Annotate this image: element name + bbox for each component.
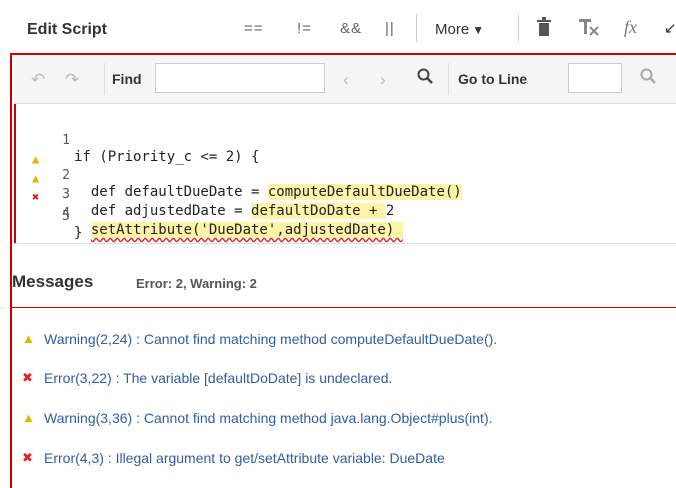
toolbar-divider <box>416 14 417 42</box>
undo-icon[interactable]: ↶ <box>31 70 45 90</box>
clear-format-icon[interactable] <box>577 17 599 41</box>
editor-bottom-divider <box>14 243 676 244</box>
messages-border <box>10 307 12 488</box>
function-icon[interactable]: fx <box>624 17 637 38</box>
message-item[interactable]: ▲ Warning(3,36) : Cannot find matching m… <box>22 410 493 426</box>
highlight-compute-default-due-date: computeDefaultDueDate() <box>267 184 462 200</box>
and-operator-button[interactable]: && <box>340 20 362 37</box>
code-text: def adjustedDate = defaultDoDate + 2 <box>74 203 395 219</box>
message-text: Warning(2,24) : Cannot find matching met… <box>44 331 498 347</box>
find-next-icon[interactable]: › <box>380 70 386 90</box>
find-label: Find <box>112 71 142 87</box>
search-icon[interactable] <box>417 68 433 89</box>
more-label: More <box>435 21 470 38</box>
message-text: Warning(3,36) : Cannot find matching met… <box>44 410 493 426</box>
messages-summary: Error: 2, Warning: 2 <box>136 276 257 291</box>
warning-icon: ▲ <box>22 331 35 346</box>
code-line: 5 } <box>16 193 82 241</box>
error-icon: ✖ <box>22 450 33 465</box>
messages-divider <box>10 307 676 308</box>
trash-icon[interactable] <box>536 17 552 41</box>
or-operator-button[interactable]: || <box>385 20 395 37</box>
panel-title: Edit Script <box>27 21 108 38</box>
go-to-line-search-icon[interactable] <box>640 68 656 89</box>
findbar-divider <box>448 63 449 95</box>
message-text: Error(4,3) : Illegal argument to get/set… <box>44 450 445 466</box>
find-bar: ↶ ↷ Find ‹ › Go to Line <box>14 55 676 104</box>
caret-down-icon: ▼ <box>472 23 485 37</box>
code-line: ▲ 3 def adjustedDate = defaultDoDate + 2 <box>16 155 394 219</box>
toolbar-divider <box>518 14 519 42</box>
highlight-set-attribute: setAttribute('DueDate',adjustedDate) <box>90 222 403 238</box>
code-text: if (Priority_c <= 2) { <box>74 149 260 165</box>
find-previous-icon[interactable]: ‹ <box>343 70 349 90</box>
not-equals-operator-button[interactable]: != <box>297 20 312 37</box>
find-input[interactable] <box>155 63 325 93</box>
code-text: setAttribute('DueDate',adjustedDate) <box>74 222 403 238</box>
equals-operator-button[interactable]: == <box>244 20 264 37</box>
code-line: ▲ 2 def defaultDueDate = computeDefaultD… <box>16 136 462 200</box>
go-to-line-input[interactable] <box>568 63 622 93</box>
message-item[interactable]: ▲ Warning(2,24) : Cannot find matching m… <box>22 331 498 347</box>
more-menu-button[interactable]: More ▼ <box>435 21 484 38</box>
code-editor[interactable]: 1 if (Priority_c <= 2) { ▲ 2 def default… <box>16 112 676 242</box>
script-toolbar: Edit Script == != && || More ▼ fx ↙ <box>0 0 676 53</box>
message-item[interactable]: ✖ Error(3,22) : The variable [defaultDoD… <box>22 370 393 386</box>
collapse-icon[interactable]: ↙ <box>664 19 676 37</box>
code-line: ✖ 4 setAttribute('DueDate',adjustedDate) <box>16 174 403 238</box>
code-line: 1 if (Priority_c <= 2) { <box>16 117 259 165</box>
warning-icon: ▲ <box>22 410 35 425</box>
redo-icon[interactable]: ↷ <box>65 70 79 90</box>
go-to-line-label: Go to Line <box>458 71 528 87</box>
messages-title: Messages <box>12 272 94 291</box>
message-item[interactable]: ✖ Error(4,3) : Illegal argument to get/s… <box>22 450 445 466</box>
code-text: } <box>74 225 83 241</box>
line-number: 5 <box>62 209 70 224</box>
highlight-default-do-date: defaultDoDate + <box>251 203 386 219</box>
findbar-divider <box>104 63 105 95</box>
code-text: def defaultDueDate = computeDefaultDueDa… <box>74 184 462 200</box>
message-text: Error(3,22) : The variable [defaultDoDat… <box>44 370 393 386</box>
error-icon: ✖ <box>22 370 33 385</box>
